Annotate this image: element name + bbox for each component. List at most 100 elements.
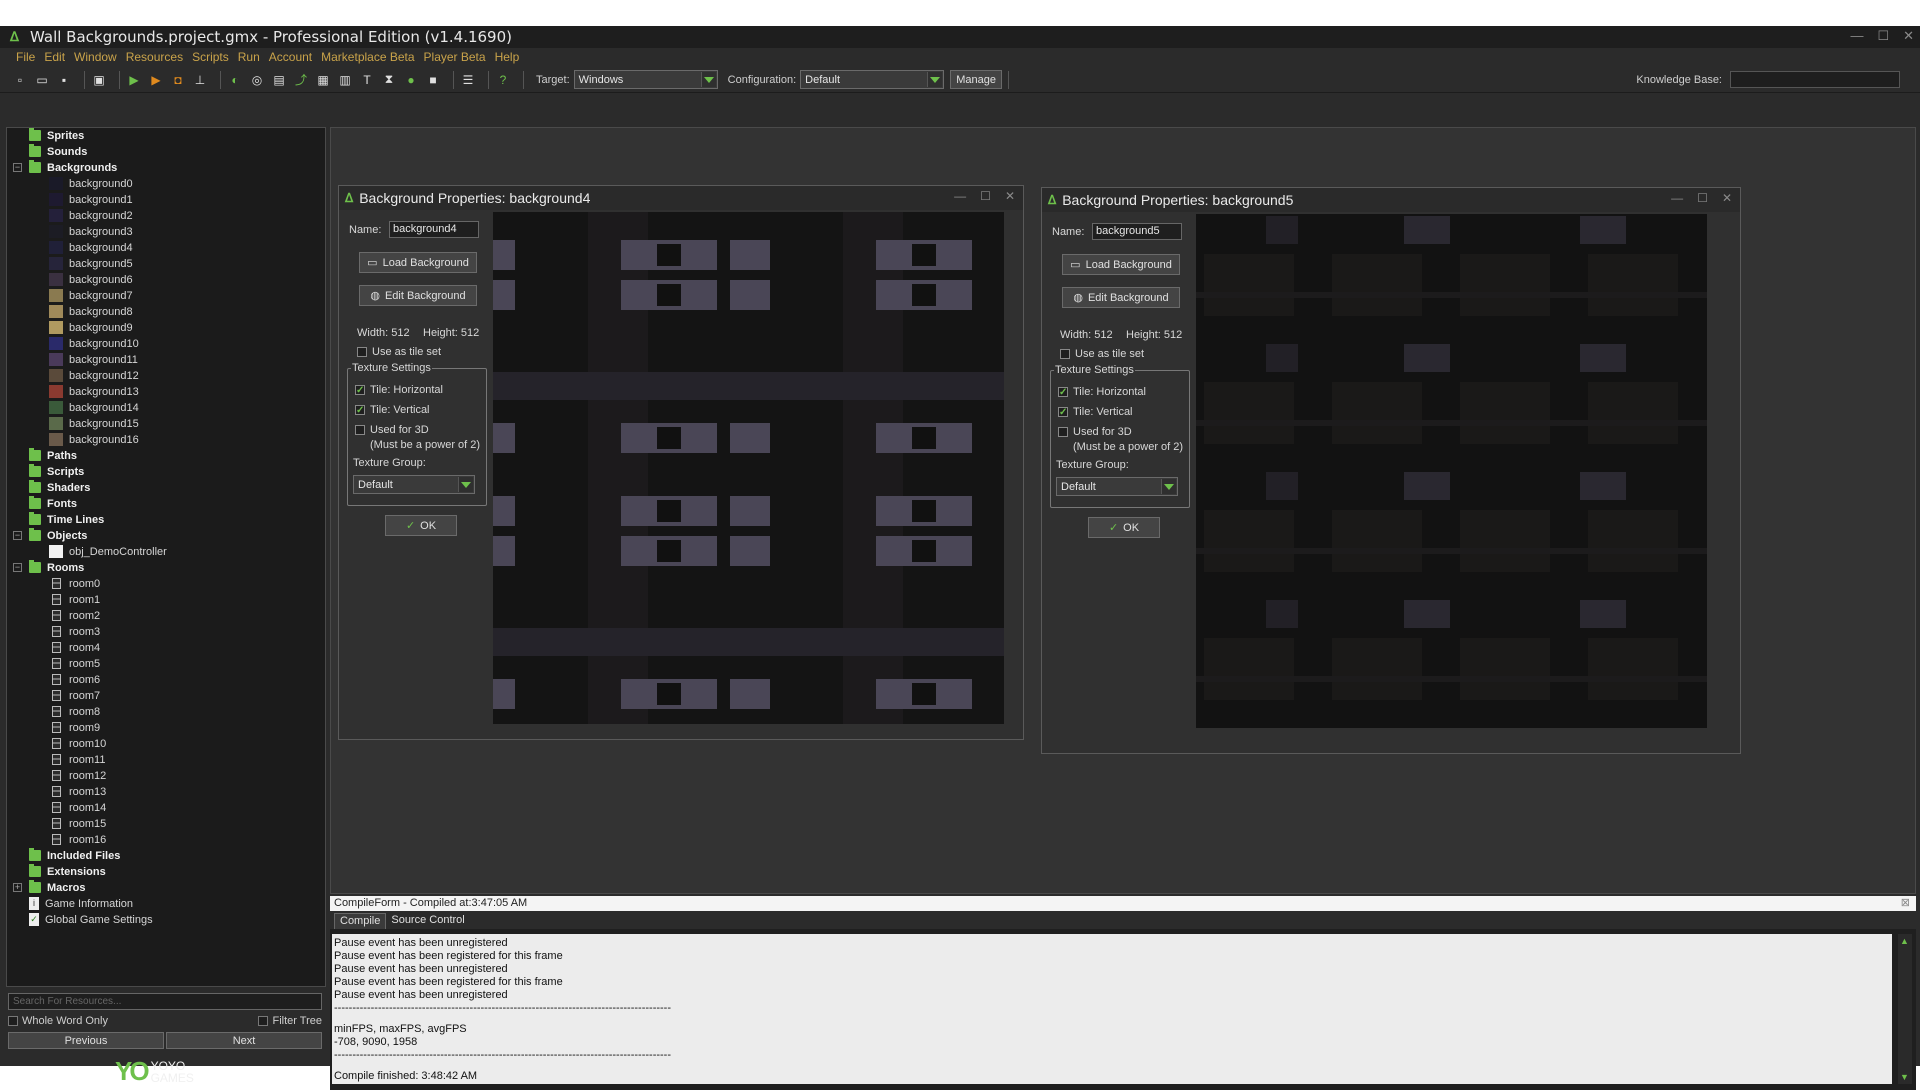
tree-rooms[interactable]: Rooms (29, 560, 84, 575)
sound-icon[interactable]: ◎ (249, 72, 265, 88)
maximize-icon[interactable]: ☐ (980, 189, 991, 203)
close-icon[interactable]: ⊠ (1901, 896, 1910, 911)
collapse-icon[interactable]: − (13, 563, 22, 572)
new-icon[interactable]: ▫ (12, 72, 28, 88)
tree-extensions[interactable]: Extensions (29, 864, 106, 879)
open-icon[interactable]: ▭ (34, 72, 50, 88)
used-for-3d-checkbox[interactable]: Used for 3D (355, 424, 429, 436)
tree-fonts[interactable]: Fonts (29, 496, 77, 511)
texture-group-select[interactable]: Default (353, 475, 475, 494)
tree-background-item[interactable]: background2 (49, 208, 133, 223)
collapse-icon[interactable]: − (13, 163, 22, 172)
checkbox-icon[interactable] (1058, 427, 1068, 437)
script-icon[interactable]: ▦ (315, 72, 331, 88)
tree-background-item[interactable]: background9 (49, 320, 133, 335)
tree-room-item[interactable]: room1 (49, 592, 100, 607)
expand-icon[interactable]: + (13, 883, 22, 892)
minimize-icon[interactable]: — (1850, 28, 1863, 44)
stop-icon[interactable]: ◘ (170, 72, 186, 88)
export-icon[interactable]: ▣ (91, 72, 107, 88)
debug-icon[interactable]: ▶ (148, 72, 164, 88)
tree-room-item[interactable]: room8 (49, 704, 100, 719)
menu-edit[interactable]: Edit (44, 50, 65, 64)
next-button[interactable]: Next (166, 1032, 322, 1049)
checkbox-icon[interactable] (357, 347, 367, 357)
tab-compile[interactable]: Compile (334, 913, 387, 929)
menu-account[interactable]: Account (269, 50, 312, 64)
tree-objects[interactable]: Objects (29, 528, 87, 543)
scroll-down-icon[interactable]: ▼ (1900, 1072, 1909, 1082)
tree-room-item[interactable]: room6 (49, 672, 100, 687)
maximize-icon[interactable]: ☐ (1697, 191, 1708, 205)
tree-background-item[interactable]: background15 (49, 416, 139, 431)
chevron-down-icon[interactable] (458, 477, 473, 492)
use-as-tileset-checkbox[interactable]: Use as tile set (357, 346, 441, 358)
load-background-button[interactable]: ▭ Load Background (359, 252, 477, 273)
target-select[interactable]: Windows (573, 70, 718, 89)
checkbox-icon[interactable] (1060, 349, 1070, 359)
tile-horizontal-checkbox[interactable]: ✓ Tile: Horizontal (355, 384, 443, 396)
minimize-icon[interactable]: — (954, 189, 966, 203)
menu-scripts[interactable]: Scripts (192, 50, 229, 64)
checkmark-icon[interactable]: ✓ (355, 385, 365, 396)
tree-background-item[interactable]: background7 (49, 288, 133, 303)
close-icon[interactable]: ✕ (1903, 28, 1914, 44)
tree-background-item[interactable]: background10 (49, 336, 139, 351)
log-scrollbar[interactable]: ▲ ▼ (1898, 934, 1912, 1084)
filter-tree-checkbox[interactable]: Filter Tree (258, 1015, 322, 1029)
tree-background-item[interactable]: background4 (49, 240, 133, 255)
chevron-down-icon[interactable] (927, 72, 943, 87)
checkbox-icon[interactable] (258, 1016, 269, 1027)
tree-background-item[interactable]: background13 (49, 384, 139, 399)
use-as-tileset-checkbox[interactable]: Use as tile set (1060, 348, 1144, 360)
kb-search-input[interactable] (1730, 71, 1900, 88)
load-background-button[interactable]: ▭ Load Background (1062, 254, 1180, 275)
tree-background-item[interactable]: background14 (49, 400, 139, 415)
texture-group-select[interactable]: Default (1056, 477, 1178, 496)
whole-word-checkbox[interactable]: Whole Word Only (8, 1015, 108, 1029)
tree-scripts[interactable]: Scripts (29, 464, 84, 479)
tree-background-item[interactable]: background6 (49, 272, 133, 287)
menu-resources[interactable]: Resources (126, 50, 183, 64)
used-for-3d-checkbox[interactable]: Used for 3D (1058, 426, 1132, 438)
checkmark-icon[interactable]: ✓ (1058, 387, 1068, 398)
tree-shaders[interactable]: Shaders (29, 480, 90, 495)
collapse-icon[interactable]: − (13, 531, 22, 540)
tree-room-item[interactable]: room13 (49, 784, 106, 799)
ok-button[interactable]: ✓ OK (385, 515, 457, 536)
ok-button[interactable]: ✓ OK (1088, 517, 1160, 538)
tree-sprites[interactable]: Sprites (29, 128, 84, 143)
resource-search-input[interactable]: Search For Resources... (8, 993, 322, 1010)
tile-vertical-checkbox[interactable]: ✓ Tile: Vertical (1058, 406, 1133, 418)
edit-background-button[interactable]: ◍ Edit Background (1062, 287, 1180, 308)
tree-background-item[interactable]: background16 (49, 432, 139, 447)
sprite-icon[interactable]: ◐ (227, 72, 243, 88)
tile-horizontal-checkbox[interactable]: ✓ Tile: Horizontal (1058, 386, 1146, 398)
tile-vertical-checkbox[interactable]: ✓ Tile: Vertical (355, 404, 430, 416)
tree-background-item[interactable]: background12 (49, 368, 139, 383)
checkmark-icon[interactable]: ✓ (355, 405, 365, 416)
chevron-down-icon[interactable] (1161, 479, 1176, 494)
tree-room-item[interactable]: room16 (49, 832, 106, 847)
background-icon[interactable]: ▤ (271, 72, 287, 88)
maximize-icon[interactable]: ☐ (1877, 28, 1889, 44)
room-icon[interactable]: ■ (425, 72, 441, 88)
menu-run[interactable]: Run (238, 50, 260, 64)
tree-room-item[interactable]: room15 (49, 816, 106, 831)
path-icon[interactable]: ⤴ (293, 72, 309, 88)
run-icon[interactable]: ▶ (126, 72, 142, 88)
config-select[interactable]: Default (800, 70, 945, 89)
tree-backgrounds[interactable]: Backgrounds (29, 160, 117, 175)
tree-background-item[interactable]: background11 (49, 352, 138, 367)
tree-macros[interactable]: Macros (29, 880, 86, 895)
edit-background-button[interactable]: ◍ Edit Background (359, 285, 477, 306)
tree-paths[interactable]: Paths (29, 448, 77, 463)
tree-room-item[interactable]: room0 (49, 576, 100, 591)
tree-background-item[interactable]: background3 (49, 224, 133, 239)
scroll-up-icon[interactable]: ▲ (1900, 936, 1909, 946)
menu-help[interactable]: Help (495, 50, 520, 64)
clean-icon[interactable]: ⊥ (192, 72, 208, 88)
save-icon[interactable]: ▪ (56, 72, 72, 88)
font-icon[interactable]: T (359, 72, 375, 88)
tree-room-item[interactable]: room3 (49, 624, 100, 639)
